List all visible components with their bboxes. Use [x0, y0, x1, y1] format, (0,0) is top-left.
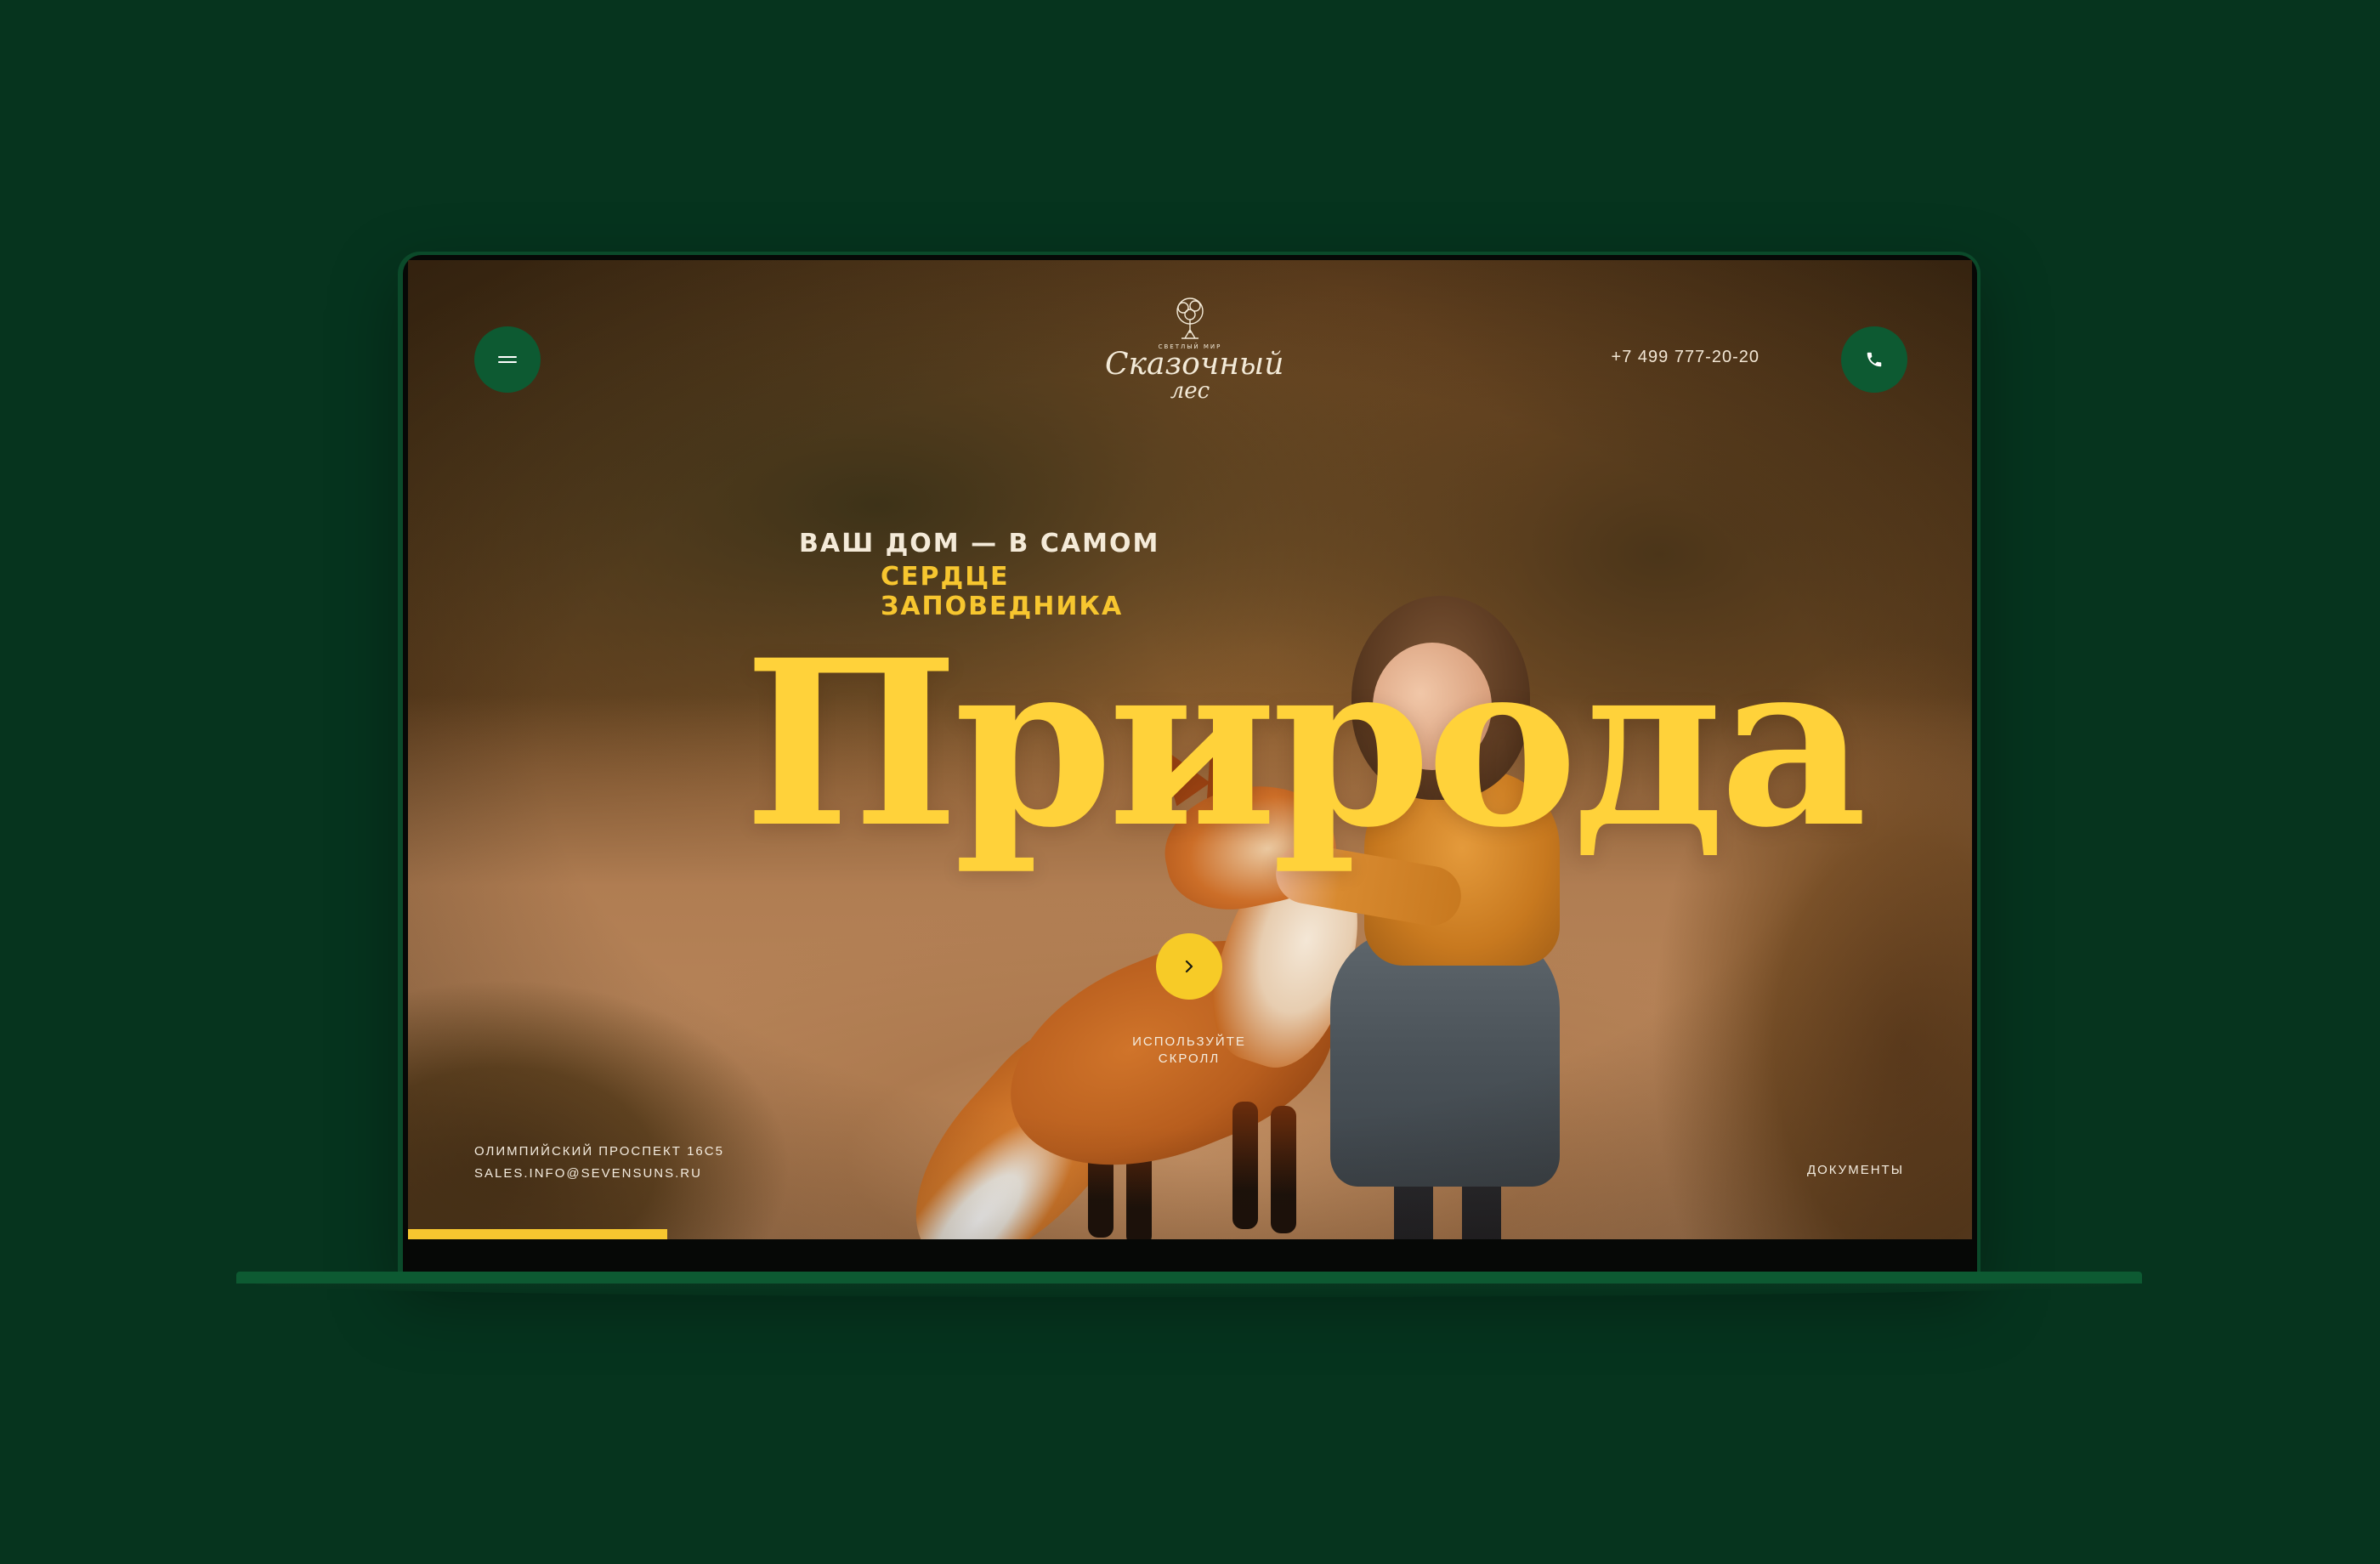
contact-info: ОЛИМПИЙСКИЙ ПРОСПЕКТ 16С5 SALES.INFO@SEV…	[474, 1141, 724, 1185]
call-button[interactable]	[1841, 326, 1907, 393]
scroll-hint: используйте скролл	[1087, 1034, 1291, 1068]
site-logo[interactable]: СВЕТЛЫЙ МИР Сказочный лес	[1105, 294, 1284, 422]
tree-logo-icon	[1176, 298, 1204, 339]
laptop-base	[236, 1272, 2142, 1284]
tagline-line-1: ВАШ ДОМ — В САМОМ	[799, 529, 1160, 558]
scroll-hint-line-1: используйте	[1132, 1034, 1246, 1049]
scroll-progress-bar	[408, 1229, 1972, 1239]
menu-button[interactable]	[474, 326, 541, 393]
logo-subtitle: лес	[1170, 378, 1210, 404]
documents-link[interactable]: ДОКУМЕНТЫ	[1734, 1163, 1904, 1177]
hero-headline: Природа	[744, 610, 1867, 878]
laptop-base-lip	[255, 1284, 2125, 1297]
website-screen: СВЕТЛЫЙ МИР Сказочный лес +7 499 777-20-…	[408, 260, 1972, 1239]
scroll-hint-line-2: скролл	[1158, 1051, 1221, 1066]
scroll-progress-fill	[408, 1229, 668, 1239]
phone-number-link[interactable]: +7 499 777-20-20	[1564, 348, 1760, 367]
hero-tagline: ВАШ ДОМ — В САМОМ СЕРДЦЕ ЗАПОВЕДНИКА	[799, 529, 1241, 621]
presentation-stage: СВЕТЛЫЙ МИР Сказочный лес +7 499 777-20-…	[0, 0, 2380, 1564]
scroll-next-button[interactable]	[1156, 933, 1222, 1000]
email-link[interactable]: SALES.INFO@SEVENSUNS.RU	[474, 1163, 724, 1185]
hamburger-menu-icon	[498, 354, 517, 366]
address-text: ОЛИМПИЙСКИЙ ПРОСПЕКТ 16С5	[474, 1144, 724, 1159]
logo-title: Сказочный	[1105, 347, 1284, 382]
chevron-right-icon	[1185, 960, 1193, 973]
phone-icon	[1867, 352, 1882, 367]
